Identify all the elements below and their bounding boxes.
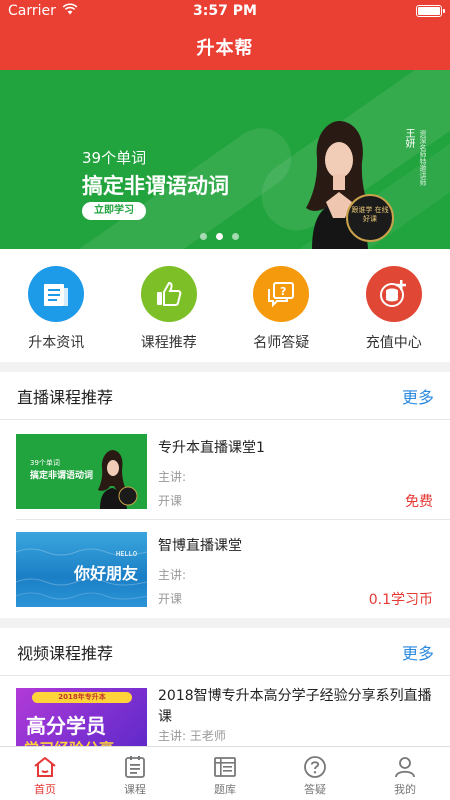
- live-course-card[interactable]: 39个单词 搞定非谓语动词 专升本直播课堂1 主讲: 开课 免费: [0, 422, 450, 520]
- video-section-title: 视频课程推荐: [17, 643, 114, 663]
- thumbs-up-icon: [140, 266, 197, 322]
- quick-item-course-recommend[interactable]: 课程推荐: [113, 249, 225, 360]
- carousel-dot-active[interactable]: [216, 233, 223, 240]
- course-thumbnail: 39个单词 搞定非谓语动词: [16, 434, 147, 509]
- status-time: 3:57 PM: [193, 3, 257, 19]
- tab-qa[interactable]: 答疑: [270, 747, 360, 800]
- quality-seal: 跟谁学 在线好课: [346, 194, 394, 242]
- coins-plus-icon: [365, 266, 422, 322]
- course-status: 开课: [158, 494, 183, 508]
- thumb-headline: 搞定非谓语动词: [30, 471, 94, 481]
- live-section-header: 直播课程推荐 更多: [0, 372, 450, 420]
- carousel-dot[interactable]: [200, 233, 207, 240]
- carousel-dot[interactable]: [232, 233, 239, 240]
- section-gap: [0, 618, 450, 628]
- course-title: 2018智博专升本高分学子经验分享系列直播课: [158, 688, 432, 725]
- status-bar: Carrier 3:57 PM: [0, 0, 450, 22]
- course-speaker: 主讲:: [158, 470, 187, 484]
- tab-label: 答疑: [304, 783, 326, 796]
- video-section-header: 视频课程推荐 更多: [0, 628, 450, 676]
- live-section-title: 直播课程推荐: [17, 387, 114, 407]
- banner-headline: 搞定非谓语动词: [82, 174, 229, 198]
- course-title: 智博直播课堂: [158, 538, 242, 554]
- quick-item-news[interactable]: 升本资讯: [0, 249, 112, 360]
- course-list-icon: [125, 756, 145, 778]
- tab-courses[interactable]: 课程: [90, 747, 180, 800]
- question-circle-icon: [304, 756, 326, 778]
- course-title: 专升本直播课堂1: [158, 440, 265, 456]
- svg-text:?: ?: [280, 285, 286, 298]
- quick-item-label: 课程推荐: [140, 335, 197, 351]
- banner-subtitle: 39个单词: [82, 149, 147, 167]
- promo-banner[interactable]: 39个单词 搞定非谓语动词 立即学习 王妍 资深名师特邀讲师 跟谁学 在线好课: [0, 70, 450, 249]
- tab-question-bank[interactable]: 题库: [180, 747, 270, 800]
- thumb-subtitle: 39个单词: [30, 459, 60, 467]
- carousel-dots[interactable]: [200, 233, 239, 240]
- video-more-link[interactable]: 更多: [402, 640, 434, 664]
- header-bar: Carrier 3:57 PM 升本帮: [0, 0, 450, 70]
- quick-item-label: 充值中心: [365, 335, 422, 351]
- quick-item-label: 名师答疑: [253, 335, 310, 351]
- course-status: 开课: [158, 592, 183, 606]
- chat-question-icon: ?: [253, 266, 310, 322]
- banner-learn-button[interactable]: 立即学习: [82, 202, 146, 220]
- course-speaker: 主讲:: [158, 568, 187, 582]
- course-price: 0.1学习币: [368, 592, 433, 608]
- question-bank-icon: [214, 757, 236, 777]
- battery-icon: [416, 5, 445, 17]
- thumb-line1: 高分学员: [26, 714, 106, 738]
- quick-item-teacher-qa[interactable]: ? 名师答疑: [225, 249, 337, 360]
- course-thumbnail: HELLO 你好朋友: [16, 532, 147, 607]
- live-course-card[interactable]: HELLO 你好朋友 智博直播课堂 主讲: 开课 0.1学习币: [0, 520, 450, 618]
- teacher-description: 资深名师特邀讲师: [419, 130, 427, 186]
- tab-label: 课程: [124, 783, 146, 796]
- person-icon: [395, 757, 415, 778]
- tab-label: 题库: [214, 783, 236, 796]
- tab-home[interactable]: 首页: [0, 747, 90, 800]
- quick-menu: 升本资讯 课程推荐 ? 名师答疑 充值中心: [0, 249, 450, 360]
- thumb-text: 你好朋友: [74, 564, 139, 583]
- course-price: 免费: [405, 494, 433, 510]
- section-gap: [0, 362, 450, 372]
- thumb-banner: 2018年专升本: [32, 692, 132, 703]
- teacher-name: 王妍: [403, 128, 414, 148]
- live-more-link[interactable]: 更多: [402, 384, 434, 408]
- quick-item-recharge[interactable]: 充值中心: [338, 249, 450, 360]
- course-speaker: 主讲: 王老师: [158, 729, 226, 743]
- page-title: 升本帮: [196, 38, 254, 59]
- news-icon: [28, 266, 85, 322]
- tab-label: 我的: [394, 783, 416, 796]
- tab-label: 首页: [34, 783, 56, 796]
- thumb-hello: HELLO: [116, 550, 138, 558]
- tab-bar: 首页 课程 题库 答疑 我的: [0, 746, 450, 800]
- home-icon: [34, 757, 56, 777]
- tab-profile[interactable]: 我的: [360, 747, 450, 800]
- quick-item-label: 升本资讯: [28, 335, 85, 351]
